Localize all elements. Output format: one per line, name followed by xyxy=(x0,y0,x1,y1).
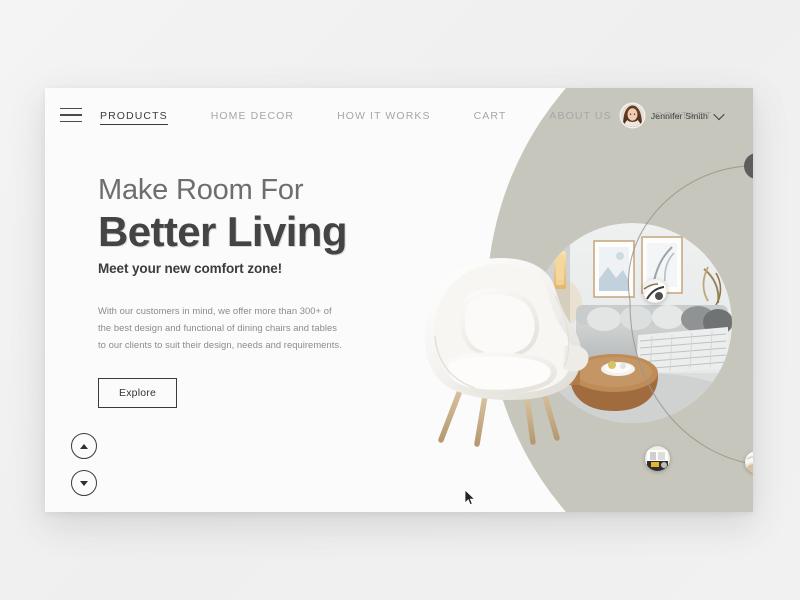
hero-description: With our customers in mind, we offer mor… xyxy=(98,304,342,351)
hamburger-menu-icon[interactable] xyxy=(60,108,82,122)
hero-copy-block: Make Room For Better Living Meet your ne… xyxy=(98,176,428,408)
nav-item-how-it-works[interactable]: HOW IT WORKS xyxy=(337,107,431,125)
hero-card: PRODUCTS HOME DECOR HOW IT WORKS CART AB… xyxy=(45,88,753,512)
white-armchair-photo[interactable] xyxy=(415,250,595,450)
slider-arrow-controls xyxy=(71,433,97,496)
product-thumbnail-photo-icon xyxy=(643,279,667,303)
user-avatar-photo-icon xyxy=(620,104,644,127)
explore-button[interactable]: Explore xyxy=(98,377,178,408)
headline-top: Make Room For xyxy=(98,174,304,206)
hamburger-bar xyxy=(60,108,82,110)
nav-item-products[interactable]: PRODUCTS xyxy=(100,107,168,125)
hamburger-bar xyxy=(60,120,82,122)
orbit-thumb-1[interactable] xyxy=(643,279,667,303)
nav-item-home-decor[interactable]: HOME DECOR xyxy=(211,107,294,125)
slider-prev-button[interactable] xyxy=(71,433,97,459)
nav-item-about-us[interactable]: ABOUT US xyxy=(549,107,611,125)
orbit-thumb-2[interactable] xyxy=(645,446,670,471)
headline-subtitle: Meet your new comfort zone! xyxy=(98,260,283,276)
product-thumbnail-photo-icon xyxy=(645,446,670,471)
triangle-up-icon xyxy=(80,443,88,449)
slider-next-button[interactable] xyxy=(71,470,97,496)
page-title: Better Living xyxy=(98,208,348,255)
hamburger-bar xyxy=(60,114,82,116)
white-armchair-icon xyxy=(424,258,589,447)
avatar xyxy=(620,104,644,127)
triangle-down-icon xyxy=(80,480,88,486)
user-account-menu[interactable]: Jennifer Smith xyxy=(620,104,725,127)
user-name-label: Jennifer Smith xyxy=(650,110,708,121)
chevron-down-icon[interactable] xyxy=(713,108,725,120)
nav-item-cart[interactable]: CART xyxy=(474,107,507,125)
